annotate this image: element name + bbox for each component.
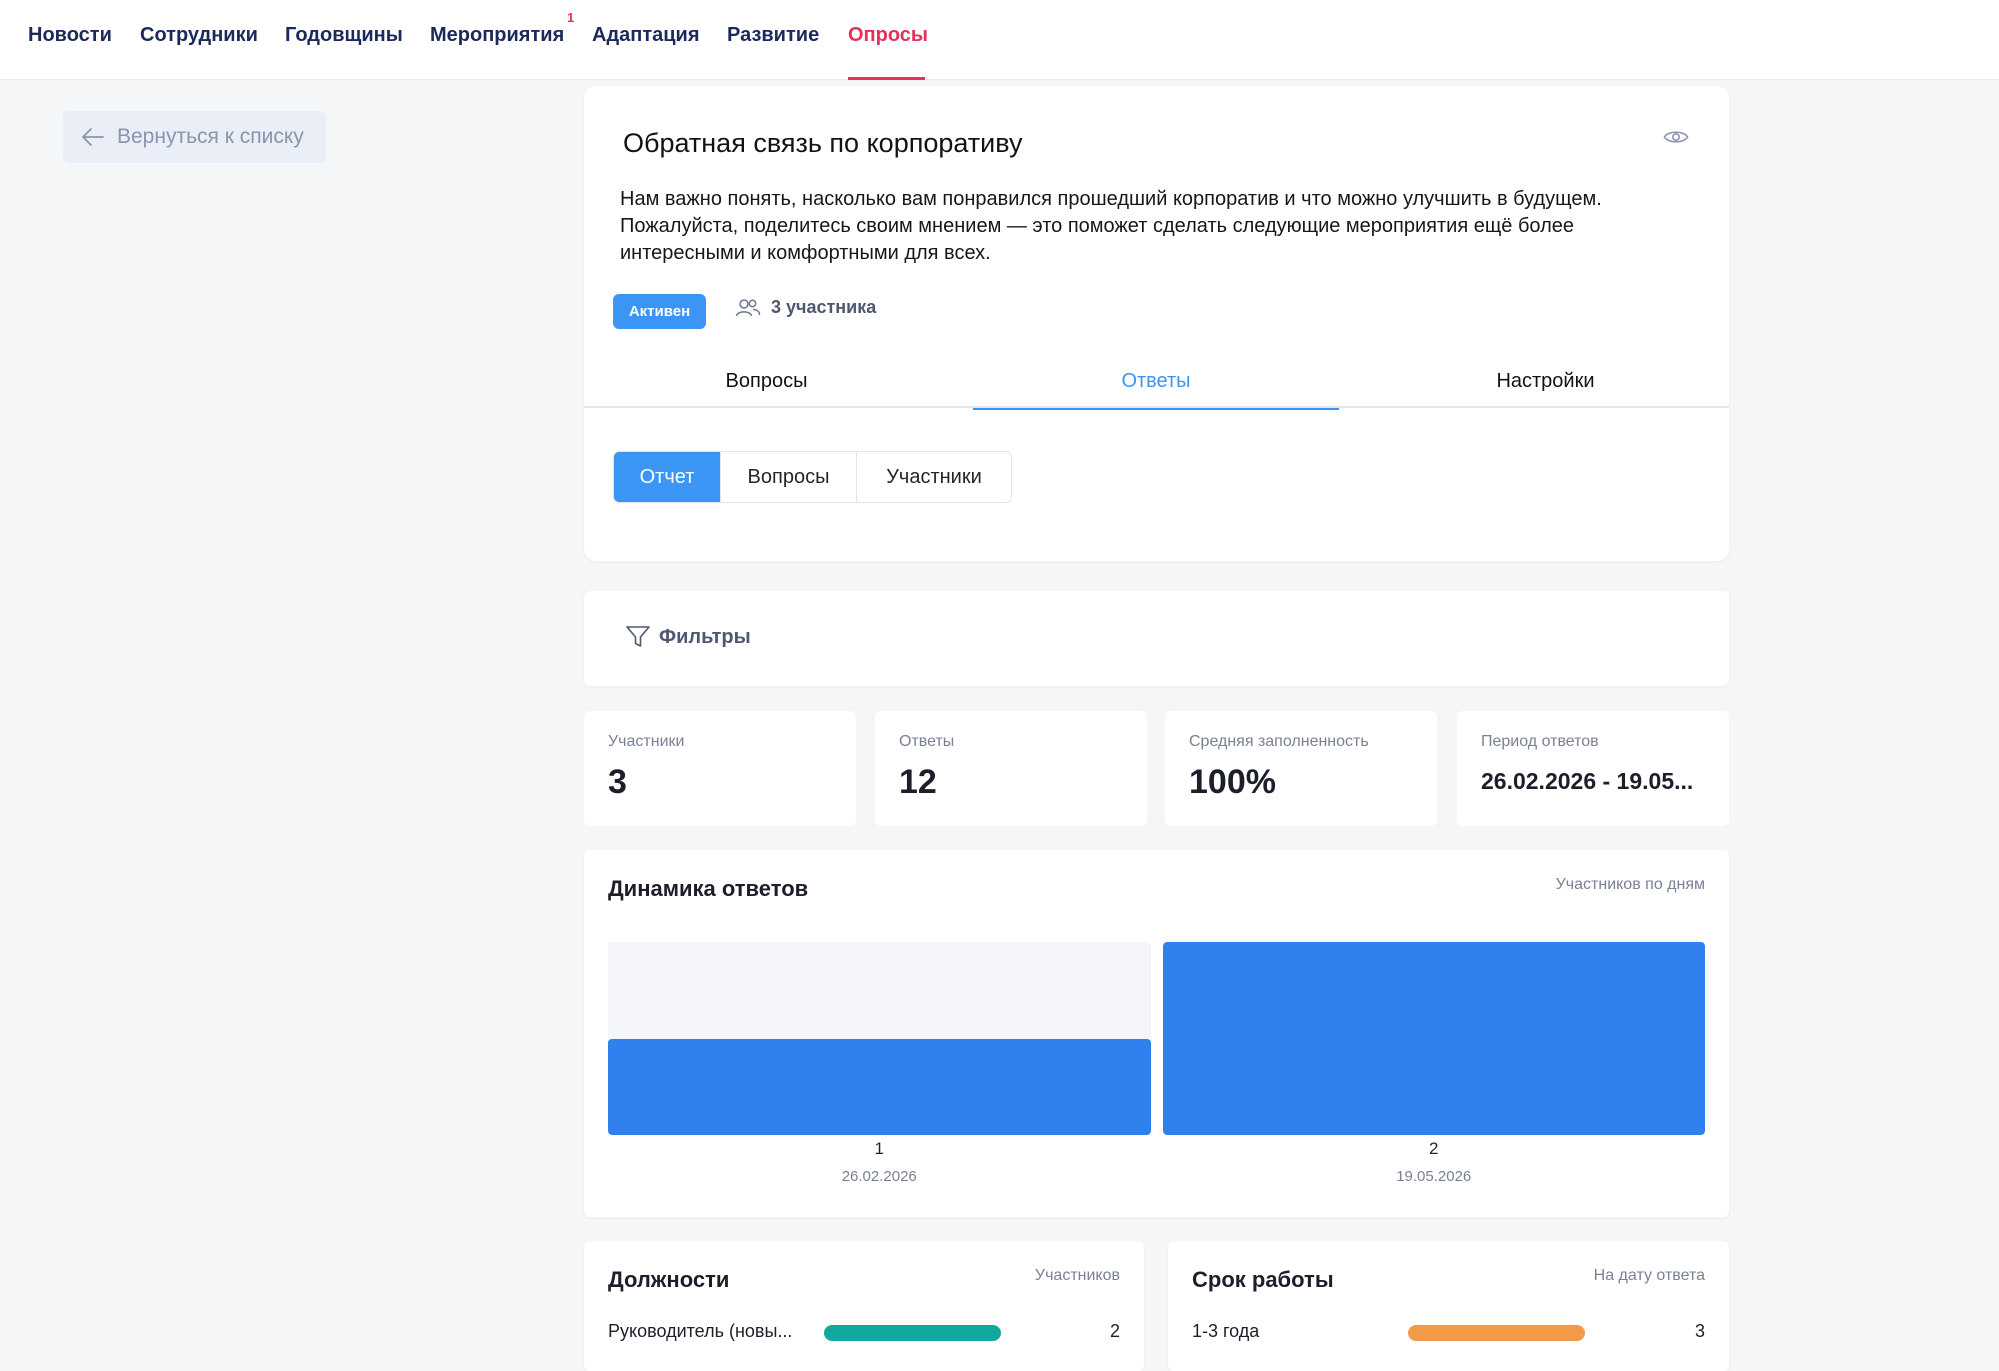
positions-note: Участников — [1034, 1267, 1120, 1284]
bar[interactable] — [608, 1038, 1151, 1135]
subtab-report[interactable]: Отчет — [614, 452, 721, 502]
survey-header-card: Обратная связь по корпоративу Нам важно … — [584, 86, 1729, 561]
survey-title: Обратная связь по корпоративу — [623, 128, 1023, 158]
nav-item-adaptation[interactable]: Адаптация — [592, 24, 700, 47]
stat-card-period: Период ответов 26.02.2026 - 19.05... — [1457, 711, 1729, 826]
position-row-bar — [824, 1325, 1001, 1341]
answers-subtabs: Отчет Вопросы Участники — [613, 451, 1012, 503]
eye-icon[interactable] — [1663, 128, 1689, 151]
nav-item-development[interactable]: Развитие — [727, 24, 819, 47]
stat-value: 3 — [608, 763, 627, 801]
back-label: Вернуться к списку — [117, 125, 304, 148]
survey-description: Нам важно понять, насколько вам понравил… — [620, 188, 1602, 264]
back-to-list-button[interactable]: Вернуться к списку — [63, 111, 326, 163]
filters-button[interactable]: Фильтры — [625, 625, 751, 649]
bar-value-label: 1 — [874, 1139, 884, 1158]
stat-label: Средняя заполненность — [1189, 733, 1369, 750]
position-row-label: Руководитель (новы... — [608, 1321, 793, 1341]
tab-questions[interactable]: Вопросы — [584, 354, 949, 408]
stat-label: Период ответов — [1481, 733, 1599, 750]
tab-settings[interactable]: Настройки — [1362, 354, 1729, 408]
top-nav: Новости Сотрудники Годовщины Мероприятия… — [0, 0, 1999, 80]
filters-card: Фильтры — [584, 591, 1729, 686]
participants-count: 3 участника — [735, 297, 876, 318]
bar-value-label: 2 — [1429, 1139, 1439, 1158]
status-badge: Активен — [613, 294, 706, 329]
bar-track — [608, 942, 1151, 1135]
subtab-questions[interactable]: Вопросы — [721, 452, 857, 502]
bar-track — [1162, 942, 1705, 1135]
subtab-participants[interactable]: Участники — [857, 452, 1011, 502]
nav-item-anniversaries[interactable]: Годовщины — [285, 24, 403, 47]
dynamics-card: Динамика ответов Участников по дням 1 26.… — [584, 850, 1729, 1217]
nav-item-surveys[interactable]: Опросы — [848, 24, 928, 47]
dynamics-note: Участников по дням — [1555, 876, 1705, 893]
filters-label: Фильтры — [659, 625, 751, 648]
participants-label: 3 участника — [771, 297, 877, 317]
nav-item-events[interactable]: Мероприятия — [430, 24, 564, 47]
stat-card-completion: Средняя заполненность 100% — [1165, 711, 1437, 826]
stat-card-answers: Ответы 12 — [875, 711, 1147, 826]
users-icon — [735, 298, 761, 316]
events-badge: 1 — [567, 10, 575, 25]
tenure-note: На дату ответа — [1593, 1267, 1705, 1284]
bar-date-label: 19.05.2026 — [1396, 1168, 1472, 1185]
bar[interactable] — [1162, 942, 1705, 1135]
arrow-left-icon — [82, 128, 104, 146]
nav-item-news[interactable]: Новости — [28, 24, 112, 47]
stat-value: 26.02.2026 - 19.05... — [1481, 768, 1694, 794]
tab-answers[interactable]: Ответы — [973, 354, 1339, 410]
survey-tabs: Вопросы Ответы Настройки — [584, 354, 1729, 410]
tenure-row-bar — [1408, 1325, 1585, 1341]
stat-value: 12 — [899, 763, 937, 801]
nav-item-employees[interactable]: Сотрудники — [140, 24, 258, 47]
tenure-row-label: 1-3 года — [1192, 1321, 1260, 1341]
tenure-row-count: 3 — [1694, 1321, 1705, 1341]
bar-date-label: 26.02.2026 — [841, 1168, 917, 1185]
stat-card-participants: Участники 3 — [584, 711, 856, 826]
stat-label: Ответы — [899, 733, 955, 750]
dynamics-title: Динамика ответов — [608, 876, 809, 901]
stat-label: Участники — [608, 733, 685, 750]
filter-icon — [626, 626, 650, 647]
nav-active-indicator — [848, 77, 925, 80]
position-row-count: 2 — [1109, 1321, 1120, 1341]
stat-value: 100% — [1189, 763, 1276, 801]
tenure-title: Срок работы — [1192, 1267, 1334, 1292]
positions-title: Должности — [608, 1267, 730, 1292]
